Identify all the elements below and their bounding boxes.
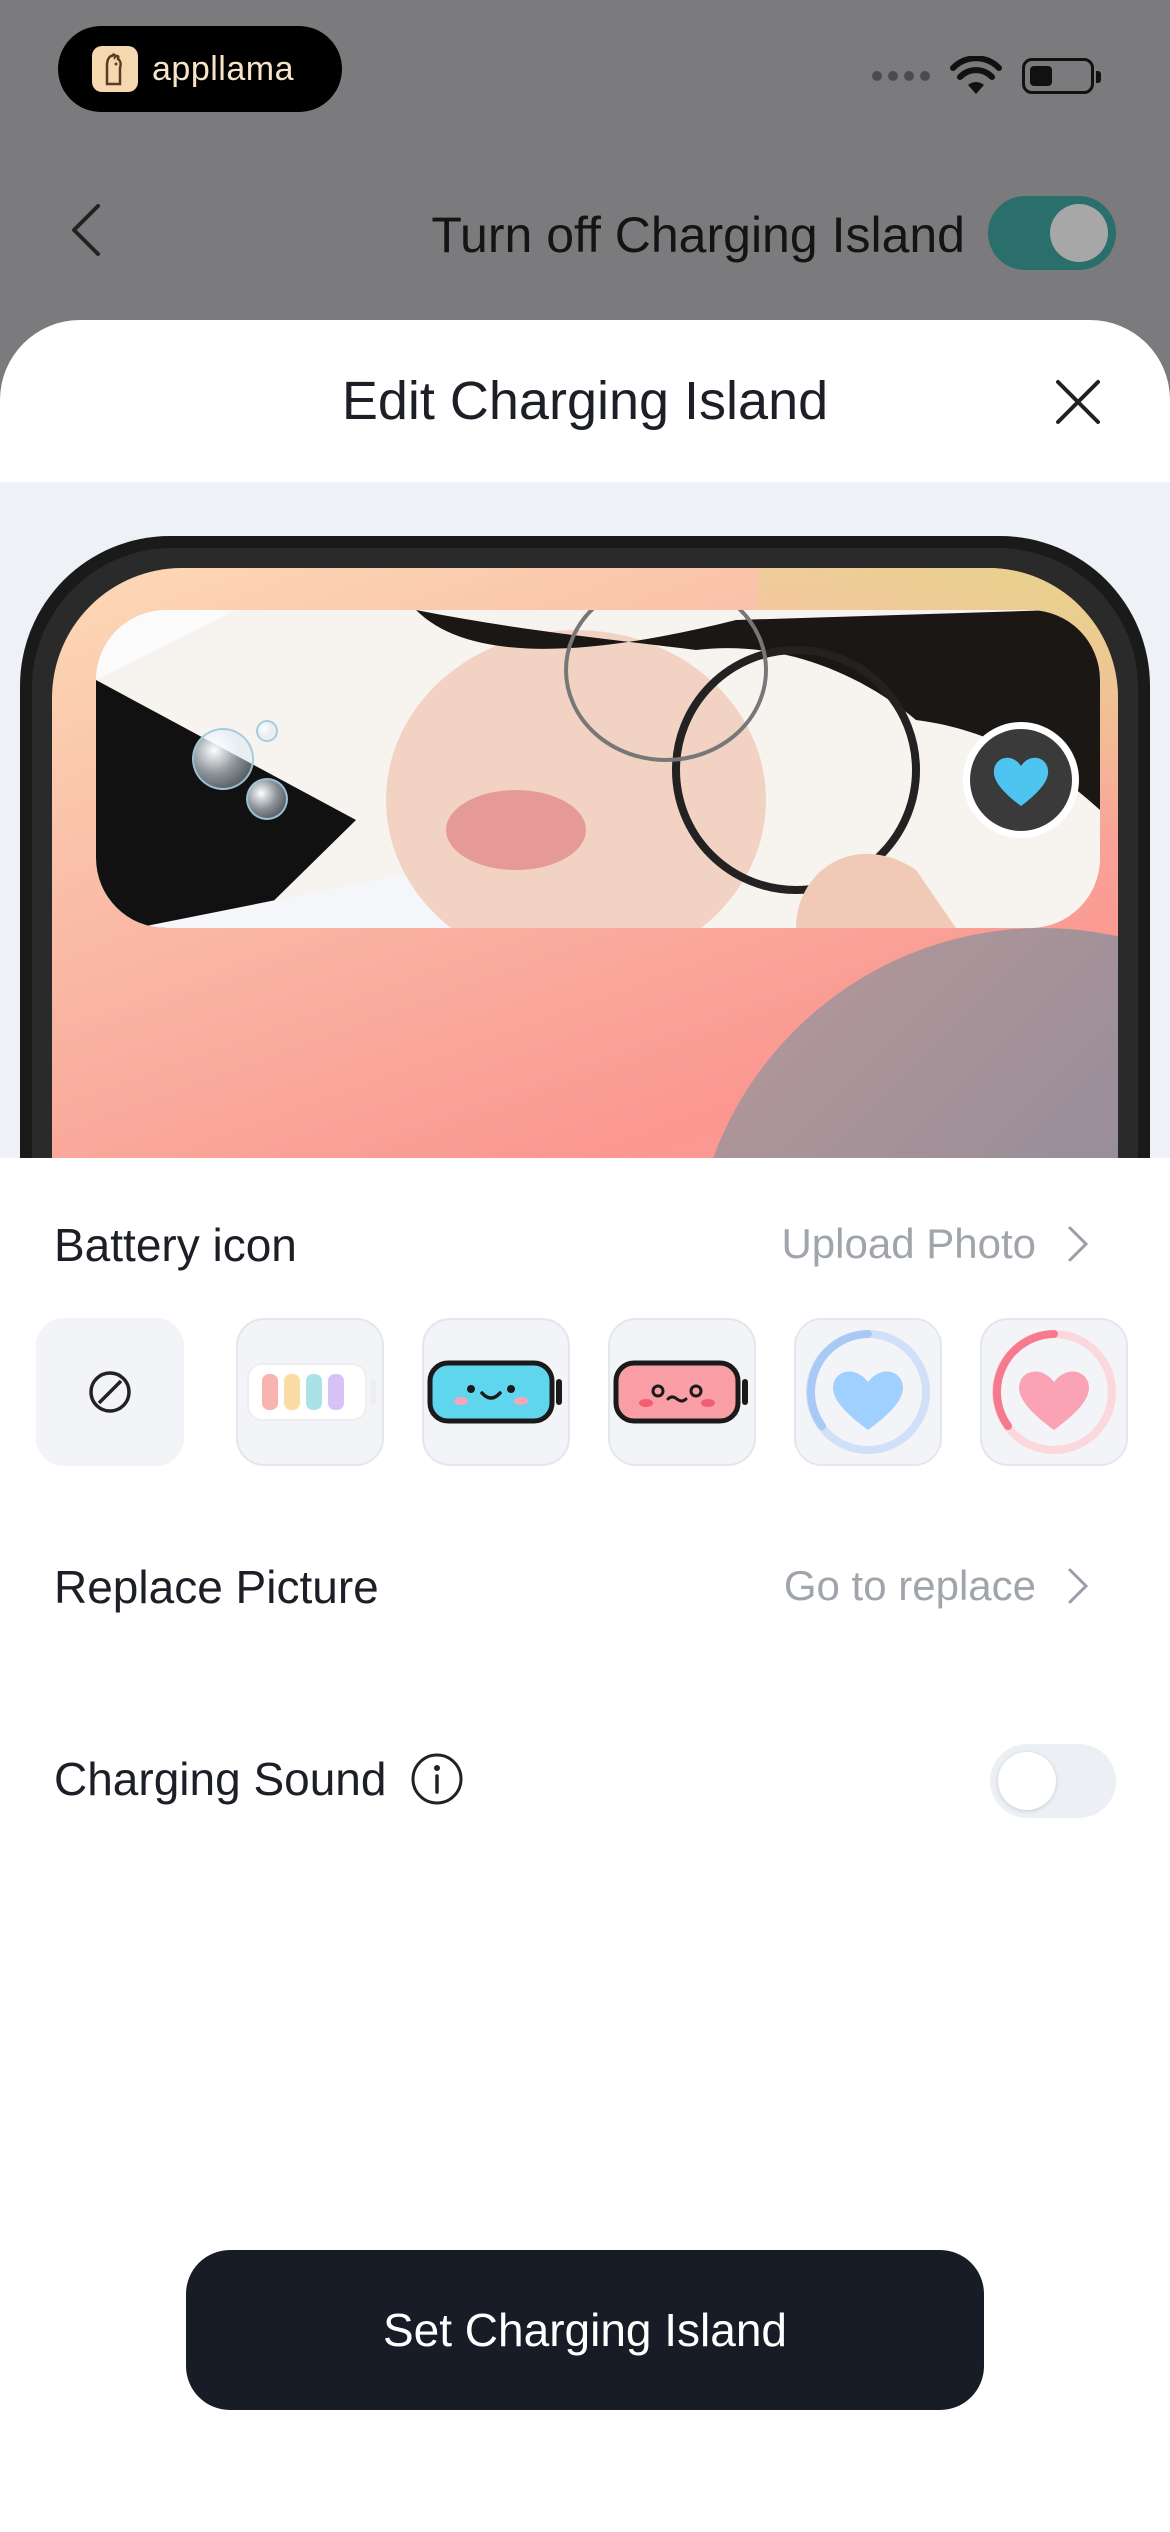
status-indicators bbox=[872, 56, 1101, 96]
phone-frame bbox=[20, 536, 1150, 1158]
wifi-icon bbox=[950, 56, 1002, 94]
header: Turn off Charging Island bbox=[0, 180, 1170, 280]
info-icon[interactable] bbox=[410, 1752, 464, 1806]
blue-heart-icon bbox=[993, 757, 1049, 806]
go-to-replace-link[interactable]: Go to replace bbox=[784, 1562, 1090, 1610]
upload-photo-link[interactable]: Upload Photo bbox=[781, 1220, 1090, 1268]
set-charging-island-button[interactable]: Set Charging Island bbox=[186, 2250, 984, 2410]
battery-icon-label: Battery icon bbox=[54, 1219, 297, 1271]
toggle-knob bbox=[998, 1752, 1056, 1810]
none-option[interactable] bbox=[36, 1318, 184, 1466]
turn-off-label: Turn off Charging Island bbox=[431, 207, 965, 263]
island-preview bbox=[0, 482, 1170, 1158]
phone-screen bbox=[52, 568, 1118, 1158]
edit-sheet: Edit Charging Island Battery icon Upload… bbox=[0, 320, 1170, 2532]
cellular-signal-icon bbox=[872, 71, 930, 81]
cute-pink-battery-icon bbox=[613, 1360, 748, 1424]
back-button[interactable] bbox=[60, 200, 120, 260]
chevron-right-icon bbox=[1068, 1568, 1089, 1604]
charging-sound-row: Charging Sound bbox=[54, 1752, 464, 1806]
charging-sound-toggle[interactable] bbox=[990, 1744, 1116, 1818]
bubble-decoration bbox=[256, 720, 278, 742]
sheet-title: Edit Charging Island bbox=[341, 371, 829, 431]
upload-photo-label: Upload Photo bbox=[781, 1220, 1036, 1267]
replace-picture-label: Replace Picture bbox=[54, 1561, 379, 1613]
status-bar: appllama bbox=[0, 0, 1170, 150]
toggle-knob bbox=[1050, 204, 1108, 262]
battery-icon-options bbox=[36, 1318, 1170, 1468]
pink-heart-ring-icon bbox=[992, 1330, 1116, 1454]
pink-heart-ring-option[interactable] bbox=[980, 1318, 1128, 1466]
brand-pill: appllama bbox=[58, 26, 342, 112]
prohibited-icon bbox=[89, 1371, 131, 1413]
close-button[interactable] bbox=[1052, 376, 1104, 428]
bubble-decoration bbox=[246, 778, 288, 820]
chevron-right-icon bbox=[1068, 1226, 1089, 1262]
battery-icon bbox=[1022, 58, 1101, 94]
turn-off-toggle[interactable] bbox=[988, 196, 1116, 270]
pastel-battery-option[interactable] bbox=[236, 1318, 384, 1466]
blue-heart-ring-option[interactable] bbox=[794, 1318, 942, 1466]
pastel-bars-battery-icon bbox=[247, 1363, 376, 1421]
blue-heart-ring-icon bbox=[806, 1330, 930, 1454]
wallpaper-wave bbox=[692, 928, 1118, 1158]
heart-battery-indicator bbox=[963, 722, 1079, 838]
charging-island bbox=[96, 610, 1100, 928]
llama-logo-icon bbox=[92, 46, 138, 92]
go-to-replace-label: Go to replace bbox=[783, 1562, 1036, 1609]
smiling-blue-battery-option[interactable] bbox=[422, 1318, 570, 1466]
brand-name: appllama bbox=[152, 49, 294, 88]
bubble-decoration bbox=[192, 728, 254, 790]
charging-sound-label: Charging Sound bbox=[54, 1753, 387, 1805]
smiling-blue-battery-icon bbox=[427, 1360, 562, 1424]
cute-pink-battery-option[interactable] bbox=[608, 1318, 756, 1466]
